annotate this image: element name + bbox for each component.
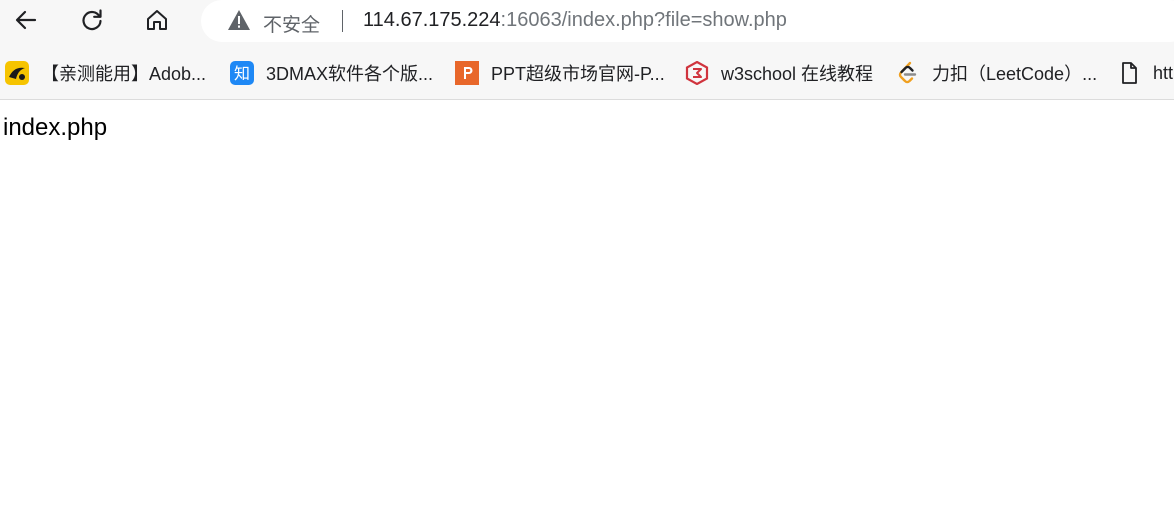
bookmark-leetcode[interactable]: 力扣（LeetCode）... bbox=[896, 60, 1097, 86]
home-icon bbox=[147, 10, 167, 30]
bookmark-http[interactable]: htt bbox=[1117, 60, 1173, 86]
url-path: :16063/index.php?file=show.php bbox=[500, 9, 787, 31]
url-text[interactable]: 114.67.175.224:16063/index.php?file=show… bbox=[363, 9, 787, 32]
warning-triangle-icon[interactable] bbox=[227, 9, 251, 31]
page-body-text: index.php bbox=[3, 114, 108, 141]
ppt-market-icon bbox=[455, 61, 479, 85]
bookmark-label: w3school 在线教程 bbox=[721, 64, 874, 84]
reload-button[interactable] bbox=[74, 4, 110, 36]
w3school-icon bbox=[685, 61, 709, 85]
svg-text:知: 知 bbox=[234, 64, 250, 83]
bookmark-label: PPT超级市场官网-P... bbox=[491, 64, 665, 84]
bookmarks-bar: 【亲测能用】Adob... 知 3DMAX软件各个版... PPT超级市场官网-… bbox=[0, 44, 1174, 100]
bookmark-adobe[interactable]: 【亲测能用】Adob... bbox=[5, 60, 206, 86]
url-host: 114.67.175.224 bbox=[363, 9, 501, 31]
yellow-logo-icon bbox=[5, 61, 29, 85]
bookmark-3dmax[interactable]: 知 3DMAX软件各个版... bbox=[230, 60, 433, 86]
reload-icon bbox=[82, 9, 102, 31]
leetcode-icon bbox=[896, 61, 920, 85]
address-divider bbox=[342, 10, 343, 32]
browser-toolbar: 不安全 114.67.175.224:16063/index.php?file=… bbox=[0, 0, 1174, 44]
page-icon bbox=[1117, 61, 1141, 85]
arrow-left-icon bbox=[15, 10, 37, 30]
zhihu-icon: 知 bbox=[230, 61, 254, 85]
bookmark-w3school[interactable]: w3school 在线教程 bbox=[685, 60, 873, 86]
back-button[interactable] bbox=[8, 4, 44, 36]
security-status-label[interactable]: 不安全 bbox=[263, 10, 320, 37]
address-bar[interactable]: 不安全 114.67.175.224:16063/index.php?file=… bbox=[201, 0, 1174, 42]
home-button[interactable] bbox=[139, 4, 175, 36]
bookmark-label: htt bbox=[1153, 62, 1174, 83]
bookmark-label: 力扣（LeetCode）... bbox=[932, 64, 1098, 84]
bookmark-ppt-market[interactable]: PPT超级市场官网-P... bbox=[455, 60, 665, 86]
bookmark-label: 【亲测能用】Adob... bbox=[41, 64, 207, 84]
bookmark-label: 3DMAX软件各个版... bbox=[266, 64, 434, 84]
